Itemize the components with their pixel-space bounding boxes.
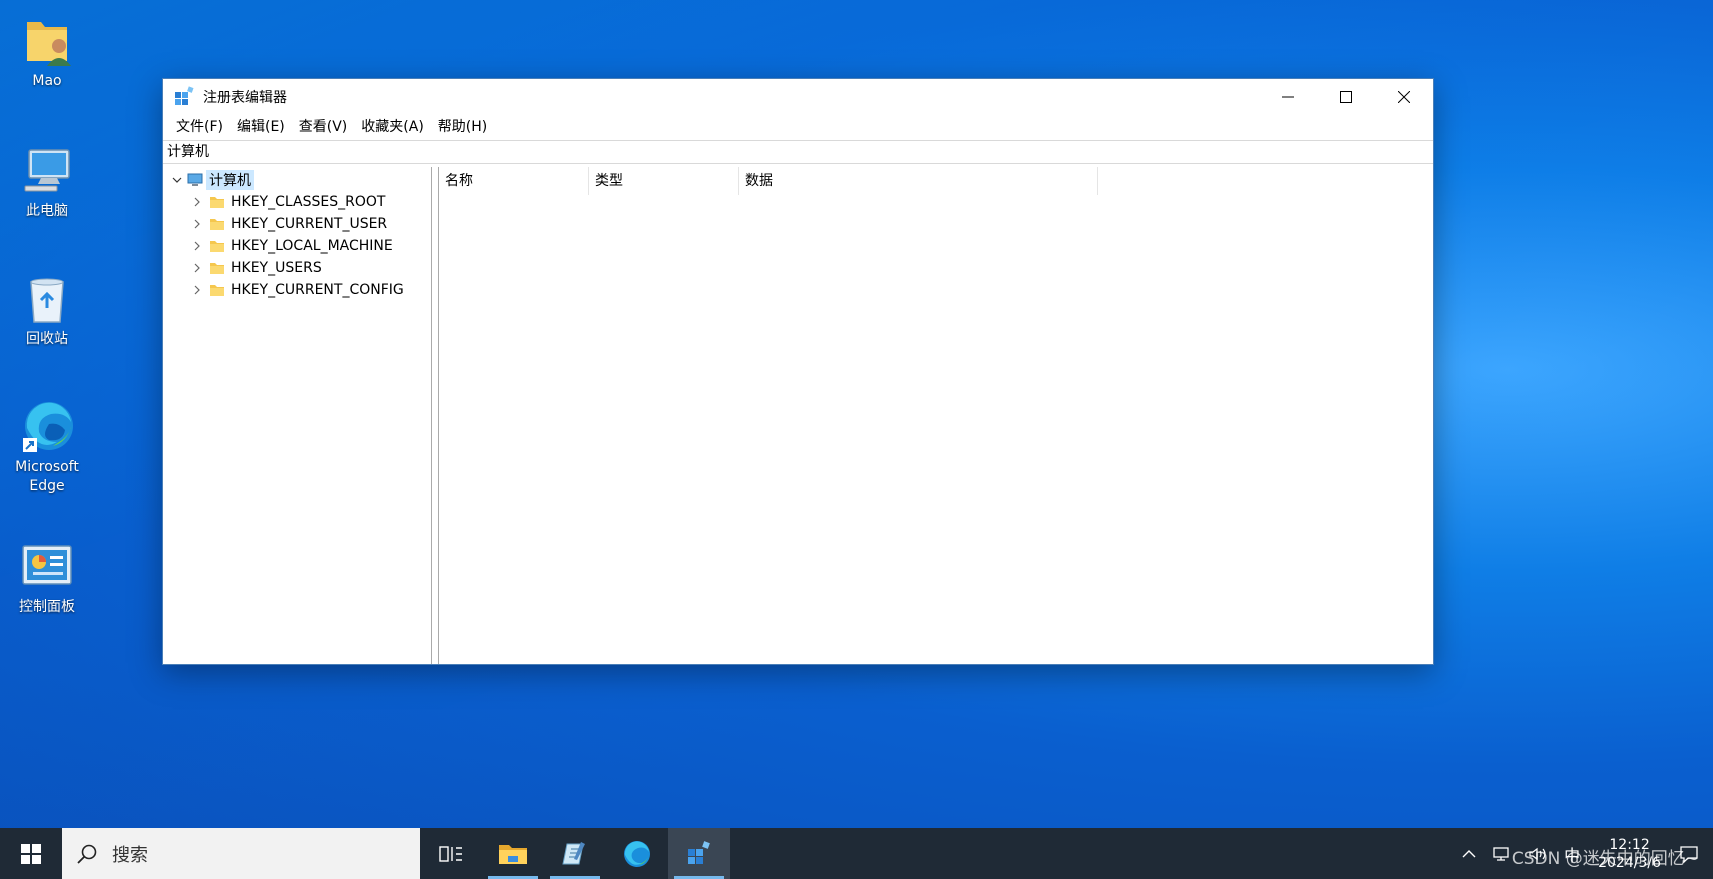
column-header-data[interactable]: 数据	[739, 167, 1098, 195]
desktop-icon-this-pc[interactable]: 此电脑	[2, 142, 92, 221]
chevron-right-icon[interactable]	[189, 282, 205, 298]
desktop-icon-label: 回收站	[26, 331, 68, 347]
desktop-icon-control-panel[interactable]: 控制面板	[2, 538, 92, 617]
folder-icon	[210, 263, 224, 274]
address-bar[interactable]: 计算机	[163, 140, 1433, 164]
registry-editor-window: 注册表编辑器 文件(F) 编辑(E) 查看(V) 收藏夹(A) 帮助(H) 计算…	[162, 78, 1434, 665]
title-bar[interactable]: 注册表编辑器	[163, 79, 1433, 115]
control-panel-icon	[19, 538, 75, 594]
content-panes: 计算机 HKEY_CLASSES_ROOT HKEY_CURRENT_USER …	[163, 167, 1433, 664]
volume-button[interactable]	[1528, 846, 1548, 862]
desktop-icon-label: 此电脑	[26, 203, 68, 219]
chevron-right-icon[interactable]	[189, 238, 205, 254]
user-folder-icon	[19, 12, 75, 68]
maximize-icon	[1340, 91, 1352, 103]
edge-icon	[624, 840, 650, 867]
chevron-down-icon[interactable]	[169, 172, 185, 188]
regedit-icon	[175, 86, 194, 105]
start-button[interactable]	[0, 828, 62, 879]
volume-icon	[1529, 847, 1546, 860]
menu-bar: 文件(F) 编辑(E) 查看(V) 收藏夹(A) 帮助(H)	[163, 115, 1433, 139]
ime-indicator[interactable]: 中	[1564, 842, 1580, 866]
clock-date: 2024/3/6	[1598, 854, 1661, 871]
desktop-icon-label: 控制面板	[19, 599, 75, 615]
taskbar-edge[interactable]	[606, 828, 668, 879]
menu-view[interactable]: 查看(V)	[292, 115, 355, 139]
column-header-type[interactable]: 类型	[589, 167, 739, 195]
system-tray: 中 12:12 2024/3/6 CSDN @迷失中的回忆~	[1454, 828, 1713, 879]
search-placeholder: 搜索	[112, 844, 148, 866]
values-list[interactable]: 名称 类型 数据	[439, 167, 1433, 664]
pane-splitter[interactable]	[432, 167, 439, 664]
column-header-name[interactable]: 名称	[439, 167, 589, 195]
notepad-icon	[562, 841, 585, 864]
close-icon	[1398, 91, 1410, 103]
tree-item-hkey-current-user[interactable]: HKEY_CURRENT_USER	[189, 213, 387, 235]
window-title: 注册表编辑器	[203, 90, 287, 106]
taskbar-regedit[interactable]	[668, 828, 730, 879]
chevron-up-icon	[1462, 849, 1476, 857]
task-view-icon	[439, 845, 462, 862]
search-icon	[77, 844, 97, 864]
chevron-right-icon[interactable]	[189, 260, 205, 276]
desktop-icon-recycle-bin[interactable]: 回收站	[2, 270, 92, 349]
menu-favorites[interactable]: 收藏夹(A)	[354, 115, 431, 139]
taskbar-notepad[interactable]	[544, 828, 606, 879]
tree-item-hkey-current-config[interactable]: HKEY_CURRENT_CONFIG	[189, 279, 404, 301]
menu-edit[interactable]: 编辑(E)	[230, 115, 292, 139]
network-button[interactable]	[1492, 846, 1512, 862]
tree-item-hkey-classes-root[interactable]: HKEY_CLASSES_ROOT	[189, 191, 385, 213]
folder-icon	[210, 219, 224, 230]
tree-item-label: HKEY_LOCAL_MACHINE	[231, 238, 393, 254]
action-center-button[interactable]	[1679, 845, 1699, 863]
minimize-icon	[1282, 96, 1294, 98]
tree-item-computer[interactable]: 计算机	[169, 169, 254, 191]
column-headers: 名称 类型 数据	[439, 167, 1433, 195]
tree-item-label: HKEY_CURRENT_USER	[231, 216, 388, 232]
taskbar-file-explorer[interactable]	[482, 828, 544, 879]
chevron-right-icon[interactable]	[189, 194, 205, 210]
recycle-bin-icon	[19, 270, 75, 326]
tree-item-label: HKEY_USERS	[231, 260, 322, 276]
tree-item-label: HKEY_CURRENT_CONFIG	[231, 282, 404, 298]
clock-time: 12:12	[1609, 836, 1650, 853]
tree-view[interactable]: 计算机 HKEY_CLASSES_ROOT HKEY_CURRENT_USER …	[163, 167, 432, 664]
tree-item-hkey-users[interactable]: HKEY_USERS	[189, 257, 322, 279]
tree-item-hkey-local-machine[interactable]: HKEY_LOCAL_MACHINE	[189, 235, 393, 257]
windows-logo-icon	[21, 843, 41, 864]
desktop-icon-user-folder[interactable]: Mao	[2, 12, 92, 91]
edge-icon	[19, 398, 75, 454]
maximize-button[interactable]	[1317, 79, 1375, 115]
task-view-button[interactable]	[420, 828, 482, 879]
tree-item-label: HKEY_CLASSES_ROOT	[231, 194, 386, 210]
file-explorer-icon	[499, 844, 527, 864]
show-hidden-icons-button[interactable]	[1462, 849, 1476, 859]
desktop-icon-edge[interactable]: Microsoft Edge	[2, 398, 92, 496]
minimize-button[interactable]	[1259, 79, 1317, 115]
notification-icon	[1680, 845, 1698, 863]
regedit-icon	[688, 840, 710, 864]
desktop-icon-label: Microsoft Edge	[15, 459, 79, 494]
taskbar-clock[interactable]: 12:12 2024/3/6	[1598, 836, 1661, 872]
menu-help[interactable]: 帮助(H)	[431, 115, 494, 139]
taskbar-search-box[interactable]: 搜索	[62, 828, 420, 879]
taskbar: 搜索 中 12:12 2024/3/6 CSDN @迷失中的回忆~	[0, 828, 1713, 879]
computer-icon	[19, 142, 75, 198]
computer-icon	[187, 173, 203, 186]
folder-icon	[210, 285, 224, 296]
tree-item-label: 计算机	[206, 170, 254, 190]
desktop-icon-label: Mao	[32, 73, 62, 89]
chevron-right-icon[interactable]	[189, 216, 205, 232]
folder-icon	[210, 197, 224, 208]
folder-icon	[210, 241, 224, 252]
close-button[interactable]	[1375, 79, 1433, 115]
menu-file[interactable]: 文件(F)	[169, 115, 230, 139]
network-icon	[1493, 846, 1509, 861]
